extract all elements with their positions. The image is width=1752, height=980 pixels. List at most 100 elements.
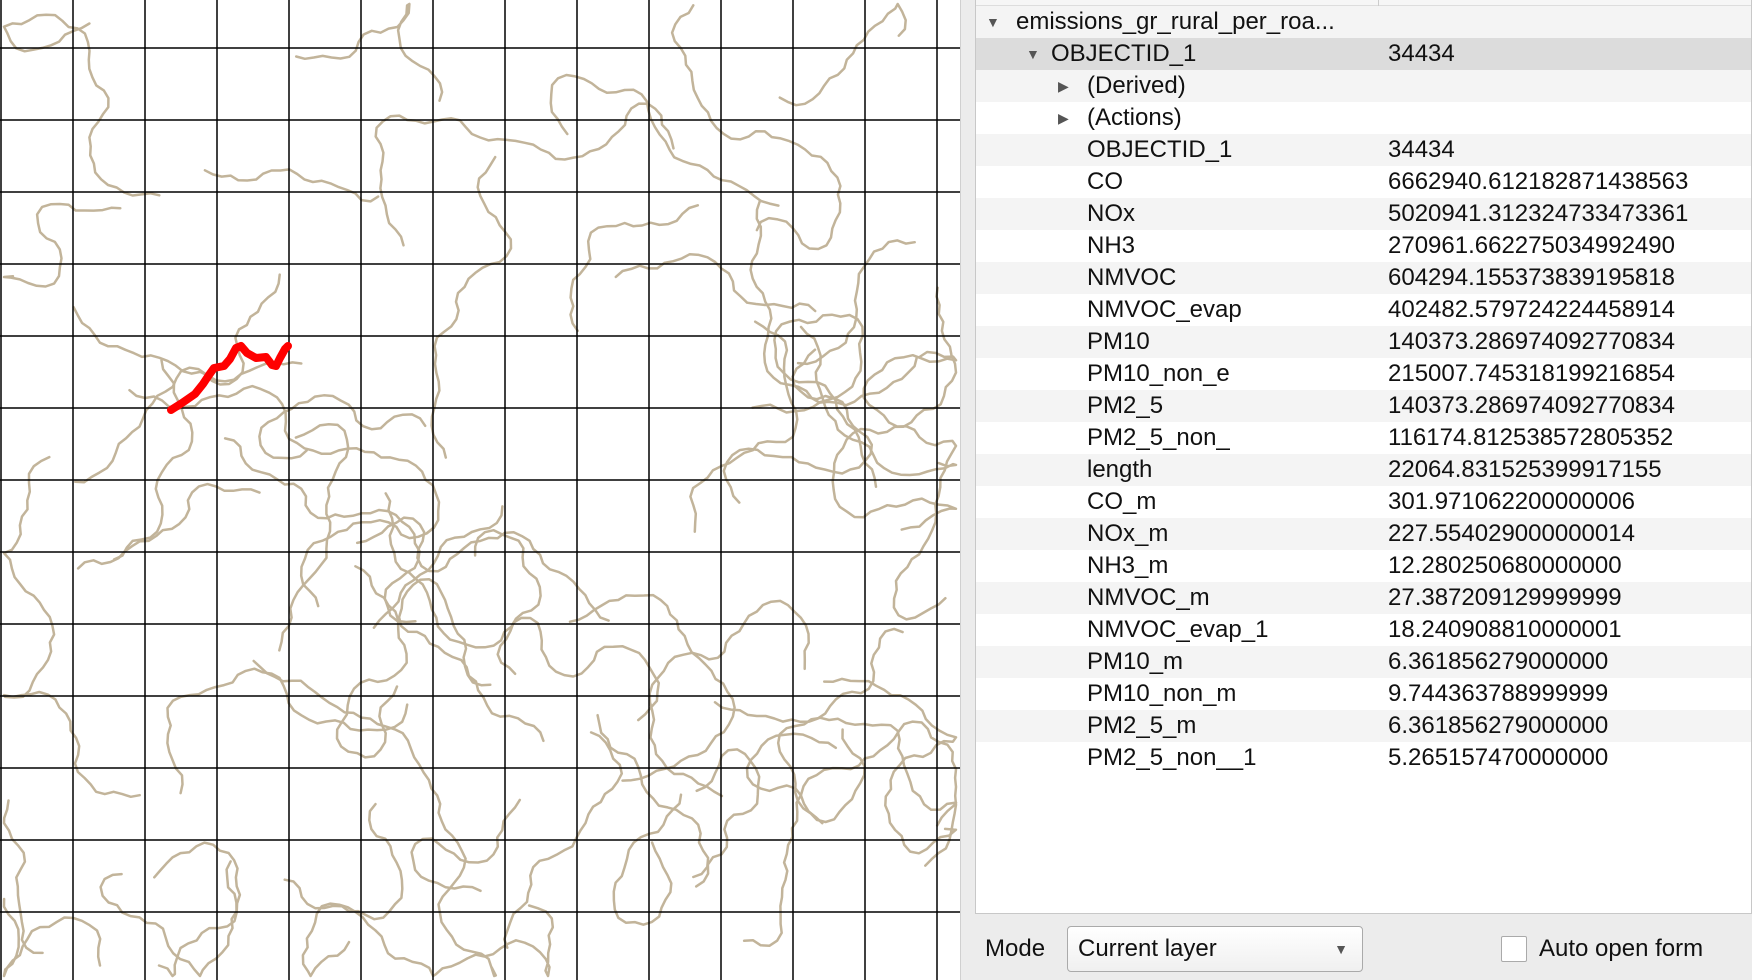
road-line [2, 897, 102, 978]
group-label: (Derived) [1087, 72, 1186, 99]
road-line [203, 168, 380, 203]
road-line [614, 252, 817, 313]
attribute-name: PM2_5_non__1 [1087, 744, 1257, 771]
road-line [397, 578, 545, 743]
attribute-row[interactable]: PM10_non_e 215007.745318199216854 [976, 358, 1751, 390]
road-line [72, 305, 303, 383]
attribute-value: 227.554029000000014 [1388, 520, 1635, 547]
attribute-name: PM10 [1087, 328, 1150, 355]
attribute-name: NMVOC [1087, 264, 1177, 291]
attribute-value: 301.971062200000006 [1388, 488, 1635, 515]
attribute-value: 22064.831525399917155 [1388, 456, 1662, 483]
attribute-value: 140373.286974092770834 [1388, 392, 1675, 419]
panel-splitter[interactable] [960, 0, 975, 980]
attribute-name: NOx_m [1087, 520, 1169, 547]
attribute-name: NMVOC_evap [1087, 296, 1242, 323]
attribute-row[interactable]: NMVOC_evap_1 18.240908810000001 [976, 614, 1751, 646]
attribute-name: CO [1087, 168, 1123, 195]
attribute-row[interactable]: PM10 140373.286974092770834 [976, 326, 1751, 358]
road-line [745, 732, 838, 825]
dropdown-arrow-icon: ▼ [1334, 941, 1348, 957]
attribute-row[interactable]: length 22064.831525399917155 [976, 454, 1751, 486]
attribute-row[interactable]: PM2_5 140373.286974092770834 [976, 390, 1751, 422]
road-line [76, 482, 261, 570]
identify-results-tree[interactable]: ▼ emissions_gr_rural_per_roa... ▼ OBJECT… [975, 0, 1752, 914]
road-line [2, 202, 122, 288]
map-svg[interactable] [0, 0, 960, 980]
road-line [166, 667, 409, 795]
derived-group-row[interactable]: ▶ (Derived) [976, 70, 1751, 102]
expanded-arrow-icon[interactable]: ▼ [986, 6, 1000, 38]
attribute-row[interactable]: NOx_m 227.554029000000014 [976, 518, 1751, 550]
mode-selected-value: Current layer [1078, 935, 1217, 962]
attribute-row[interactable]: NH3_m 12.280250680000000 [976, 550, 1751, 582]
attribute-value: 5.265157470000000 [1388, 744, 1609, 771]
bottom-bar: Mode Current layer ▼ Auto open form [975, 914, 1752, 980]
attribute-name: PM10_non_e [1087, 360, 1230, 387]
attribute-value: 6.361856279000000 [1388, 648, 1609, 675]
attribute-name: length [1087, 456, 1153, 483]
collapsed-arrow-icon[interactable]: ▶ [1058, 102, 1069, 134]
attribute-value: 12.280250680000000 [1388, 552, 1622, 579]
attribute-value: 604294.155373839195818 [1388, 264, 1675, 291]
auto-open-form-checkbox[interactable] [1501, 936, 1527, 962]
attribute-row[interactable]: PM2_5_m 6.361856279000000 [976, 710, 1751, 742]
attribute-name: NOx [1087, 200, 1135, 227]
road-line [99, 860, 238, 978]
expanded-arrow-icon[interactable]: ▼ [1026, 38, 1040, 70]
road-line [496, 616, 661, 722]
road-line [778, 2, 907, 107]
attribute-name: NH3_m [1087, 552, 1169, 579]
attribute-value: 140373.286974092770834 [1388, 328, 1675, 355]
attribute-value: 402482.579724224458914 [1388, 296, 1675, 323]
attribute-row[interactable]: NMVOC 604294.155373839195818 [976, 262, 1751, 294]
attribute-row[interactable]: NH3 270961.662275034992490 [976, 230, 1751, 262]
attribute-row[interactable]: NMVOC_evap 402482.579724224458914 [976, 294, 1751, 326]
attribute-name: CO_m [1087, 488, 1157, 515]
road-line [694, 748, 761, 888]
attribute-value: 116174.812538572805352 [1388, 424, 1674, 451]
road-line [223, 437, 421, 624]
attribute-value: 215007.745318199216854 [1388, 360, 1675, 387]
attribute-name: PM10_non_m [1087, 680, 1237, 707]
attribute-row[interactable]: PM10_m 6.361856279000000 [976, 646, 1751, 678]
layer-row[interactable]: ▼ emissions_gr_rural_per_roa... [976, 6, 1751, 38]
road-line [73, 273, 281, 484]
attribute-value: 6662940.612182871438563 [1388, 168, 1689, 195]
attribute-row[interactable]: NMVOC_m 27.387209129999999 [976, 582, 1751, 614]
feature-value: 34434 [1388, 40, 1455, 67]
attribute-row[interactable]: PM2_5_non_ 116174.812538572805352 [976, 422, 1751, 454]
attribute-name: OBJECTID_1 [1087, 136, 1233, 163]
road-line [689, 320, 799, 533]
road-line [822, 677, 958, 855]
road-line [2, 13, 161, 197]
attribute-name: NH3 [1087, 232, 1136, 259]
road-line [410, 798, 522, 893]
attribute-value: 9.744363788999999 [1388, 680, 1609, 707]
attribute-value: 34434 [1388, 136, 1455, 163]
actions-group-row[interactable]: ▶ (Actions) [976, 102, 1751, 134]
attribute-value: 6.361856279000000 [1388, 712, 1609, 739]
attribute-name: PM2_5_m [1087, 712, 1197, 739]
feature-label: OBJECTID_1 [1051, 40, 1197, 67]
attribute-row[interactable]: NOx 5020941.312324733473361 [976, 198, 1751, 230]
road-line [294, 2, 444, 102]
attribute-value: 27.387209129999999 [1388, 584, 1622, 611]
attribute-row[interactable]: PM10_non_m 9.744363788999999 [976, 678, 1751, 710]
road-line [612, 793, 683, 926]
layer-name: emissions_gr_rural_per_roa... [1016, 8, 1335, 35]
selected-feature-line [167, 342, 292, 414]
attribute-row[interactable]: CO_m 301.971062200000006 [976, 486, 1751, 518]
map-canvas[interactable] [0, 0, 960, 980]
auto-open-form-label[interactable]: Auto open form [1539, 935, 1703, 963]
road-line [301, 902, 555, 978]
attribute-name: NMVOC_m [1087, 584, 1210, 611]
collapsed-arrow-icon[interactable]: ▶ [1058, 70, 1069, 102]
attribute-row[interactable]: CO 6662940.612182871438563 [976, 166, 1751, 198]
feature-row[interactable]: ▼ OBJECTID_1 34434 [976, 38, 1751, 70]
attribute-row[interactable]: PM2_5_non__1 5.265157470000000 [976, 742, 1751, 774]
mode-label: Mode [985, 935, 1046, 962]
attribute-row[interactable]: OBJECTID_1 34434 [976, 134, 1751, 166]
mode-select[interactable]: Current layer ▼ [1067, 926, 1363, 972]
attribute-name: NMVOC_evap_1 [1087, 616, 1269, 643]
